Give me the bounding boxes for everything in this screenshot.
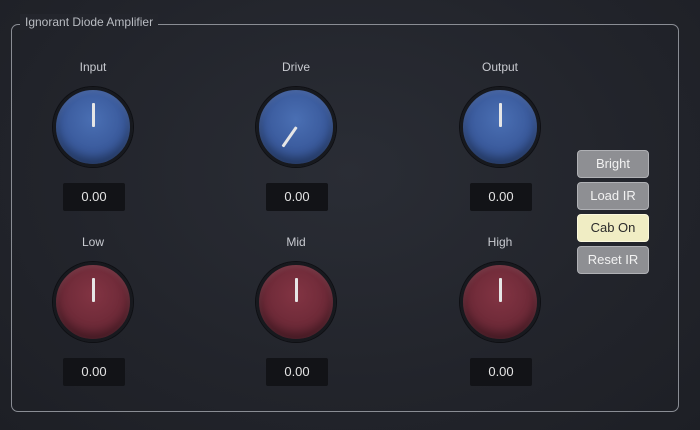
group-title: Ignorant Diode Amplifier [20, 14, 159, 30]
mid-control: Mid 0.00 [226, 235, 366, 395]
mid-label: Mid [286, 235, 306, 249]
drive-label: Drive [281, 60, 310, 74]
low-label: Low [81, 235, 104, 249]
knob-pointer [294, 278, 298, 302]
high-value[interactable]: 0.00 [470, 358, 532, 386]
ir-button-column: Bright Load IR Cab On Reset IR [577, 150, 649, 278]
knob-pointer [281, 126, 298, 148]
knob-pointer [498, 278, 502, 302]
low-value[interactable]: 0.00 [63, 358, 125, 386]
low-control: Low 0.00 [23, 235, 163, 395]
drive-value[interactable]: 0.00 [266, 183, 328, 211]
high-knob[interactable] [460, 262, 540, 342]
input-control: Input 0.00 [23, 60, 163, 220]
output-label: Output [481, 60, 519, 74]
knob-pointer [498, 103, 502, 127]
high-control: High 0.00 [430, 235, 570, 395]
load-ir-button[interactable]: Load IR [577, 182, 649, 210]
mid-knob[interactable] [256, 262, 336, 342]
knob-pointer [91, 278, 95, 302]
output-knob[interactable] [460, 87, 540, 167]
mid-value[interactable]: 0.00 [266, 358, 328, 386]
high-label: High [487, 235, 513, 249]
input-label: Input [79, 60, 107, 74]
low-knob[interactable] [53, 262, 133, 342]
drive-control: Drive 0.00 [226, 60, 366, 220]
output-value[interactable]: 0.00 [470, 183, 532, 211]
drive-knob[interactable] [256, 87, 336, 167]
output-control: Output 0.00 [430, 60, 570, 220]
plugin-window: Ignorant Diode Amplifier Input 0.00 Driv… [0, 0, 700, 430]
cab-on-button[interactable]: Cab On [577, 214, 649, 242]
reset-ir-button[interactable]: Reset IR [577, 246, 649, 274]
input-value[interactable]: 0.00 [63, 183, 125, 211]
bright-button[interactable]: Bright [577, 150, 649, 178]
knob-pointer [91, 103, 95, 127]
input-knob[interactable] [53, 87, 133, 167]
